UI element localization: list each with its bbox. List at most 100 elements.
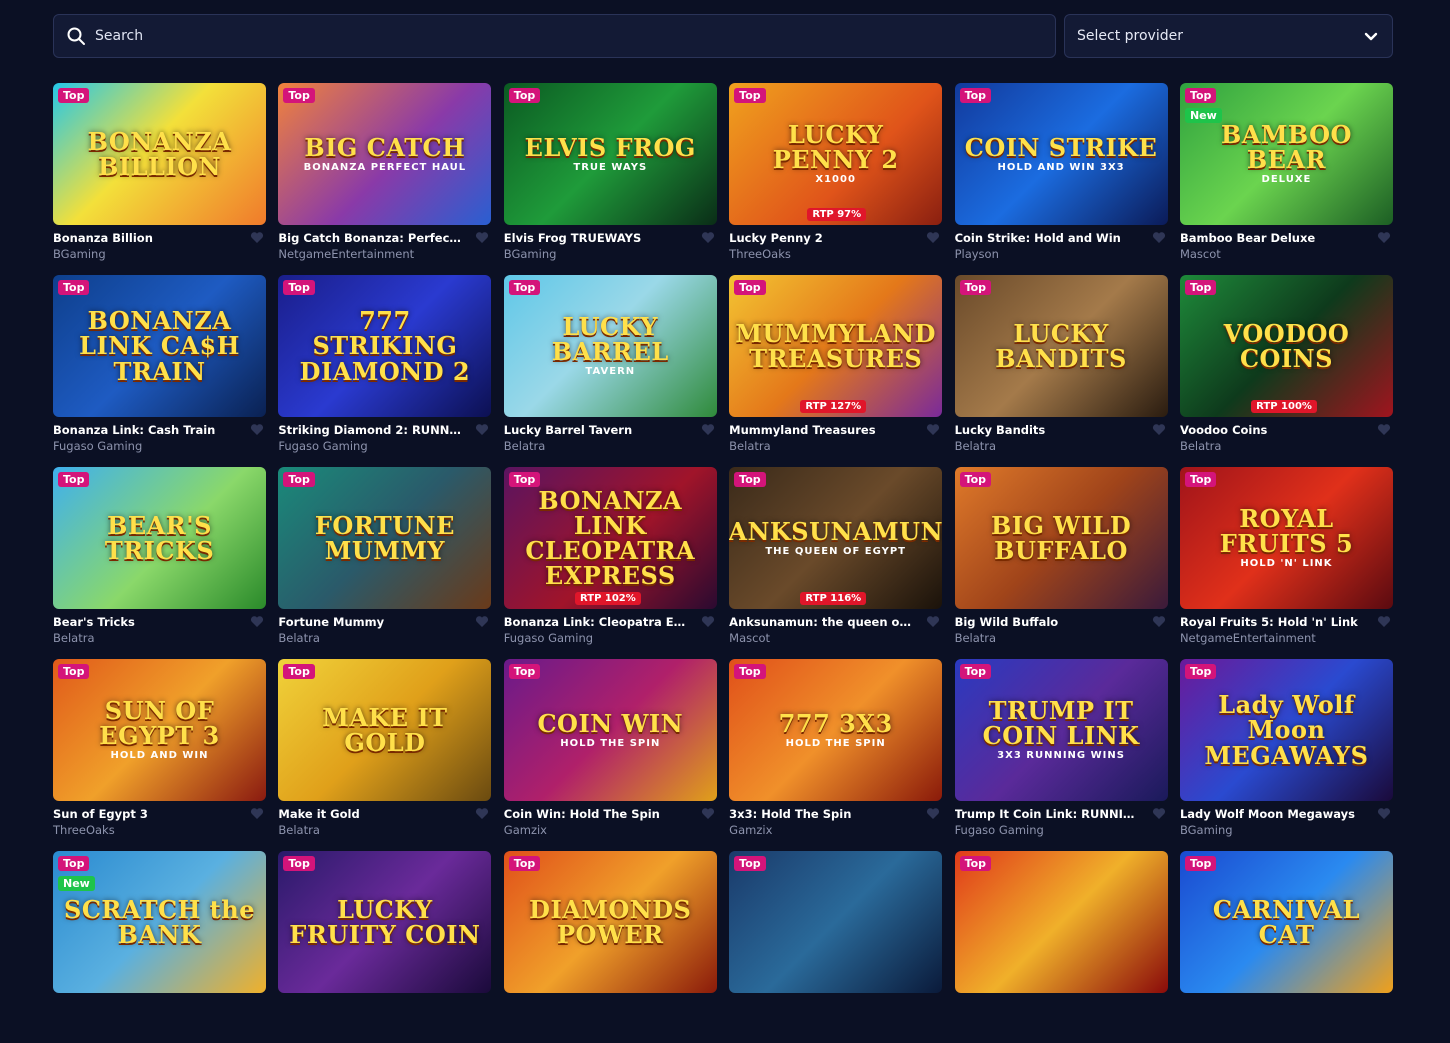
game-thumbnail[interactable]: Top BEAR'S TRICKS — [53, 467, 266, 609]
game-card[interactable]: Top LUCKY PENNY 2 X1000 RTP 97% Lucky Penny … — [729, 83, 943, 275]
game-title[interactable]: Bonanza Billion — [53, 231, 238, 245]
game-thumbnail[interactable]: Top MAKE IT GOLD — [278, 659, 492, 801]
favorite-heart-icon[interactable] — [701, 807, 715, 820]
favorite-heart-icon[interactable] — [926, 615, 940, 628]
game-card[interactable]: Top BIG WILD BUFFALO Big Wild Buffalo Belat… — [954, 467, 1168, 659]
favorite-heart-icon[interactable] — [1377, 423, 1391, 436]
game-title[interactable]: Trump It Coin Link: RUNNING... — [955, 807, 1140, 821]
game-thumbnail[interactable]: Top LUCKY BARREL TAVERN — [503, 275, 717, 417]
game-card[interactable]: Top BONANZA LINK CA$H TRAIN Bonanza Link: … — [53, 275, 266, 467]
game-card[interactable]: Top DIAMONDS POWER — [503, 851, 717, 1043]
game-card[interactable]: Top LUCKY BANDITS Lucky Bandits Belatra — [954, 275, 1168, 467]
favorite-heart-icon[interactable] — [701, 423, 715, 436]
favorite-heart-icon[interactable] — [475, 615, 489, 628]
game-card[interactable]: Top FORTUNE MUMMY Fortune Mummy Belatra — [278, 467, 492, 659]
game-card[interactable]: Top — [729, 851, 943, 1043]
game-thumbnail[interactable]: Top LUCKY PENNY 2 X1000 RTP 97% — [729, 83, 943, 225]
game-thumbnail[interactable]: Top COIN STRIKE HOLD AND WIN 3X3 — [954, 83, 1168, 225]
search-input[interactable]: Search — [53, 14, 1056, 58]
game-thumbnail[interactable]: Top COIN WIN HOLD THE SPIN — [503, 659, 717, 801]
game-title[interactable]: Striking Diamond 2: RUNNIN... — [278, 423, 463, 437]
game-card[interactable]: Top COIN WIN HOLD THE SPIN Coin Win: Hold T… — [503, 659, 717, 851]
game-thumbnail[interactable]: Top New BAMBOO BEAR DELUXE — [1179, 83, 1393, 225]
game-thumbnail[interactable]: Top LUCKY FRUITY COIN — [278, 851, 492, 993]
game-thumbnail[interactable]: Top LUCKY BANDITS — [954, 275, 1168, 417]
game-title[interactable]: Lady Wolf Moon Megaways — [1180, 807, 1365, 821]
provider-select[interactable]: Select provider — [1064, 14, 1393, 58]
favorite-heart-icon[interactable] — [1152, 231, 1166, 244]
game-thumbnail[interactable]: Top CARNIVAL CAT — [1179, 851, 1393, 993]
game-card[interactable]: Top 777 3X3 HOLD THE SPIN 3x3: Hold The Spi… — [729, 659, 943, 851]
game-card[interactable]: Top BIG CATCH BONANZA PERFECT HAUL Big Catc… — [278, 83, 492, 275]
favorite-heart-icon[interactable] — [250, 423, 264, 436]
game-card[interactable]: Top TRUMP IT COIN LINK 3X3 RUNNING WINS Tru… — [954, 659, 1168, 851]
game-card[interactable]: Top MAKE IT GOLD Make it Gold Belatra — [278, 659, 492, 851]
game-title[interactable]: Big Catch Bonanza: Perfect H... — [278, 231, 463, 245]
game-title[interactable]: Anksunamun: the queen of E... — [729, 615, 914, 629]
game-card[interactable]: Top BEAR'S TRICKS Bear's Tricks Belatra — [53, 467, 266, 659]
game-card[interactable]: Top COIN STRIKE HOLD AND WIN 3X3 Coin Strik… — [954, 83, 1168, 275]
game-thumbnail[interactable]: Top BONANZA LINK CA$H TRAIN — [53, 275, 266, 417]
game-card[interactable]: Top New BAMBOO BEAR DELUXE Bamboo Bear Delux… — [1179, 83, 1393, 275]
game-card[interactable]: Top VOODOO COINS RTP 100% Voodoo Coins Belat… — [1179, 275, 1393, 467]
game-thumbnail[interactable]: Top New SCRATCH the BANK — [53, 851, 266, 993]
game-card[interactable]: Top ANKSUNAMUN THE QUEEN OF EGYPT RTP 116% A… — [729, 467, 943, 659]
favorite-heart-icon[interactable] — [926, 231, 940, 244]
game-thumbnail[interactable]: Top VOODOO COINS RTP 100% — [1179, 275, 1393, 417]
game-card[interactable]: Top — [954, 851, 1168, 1043]
game-title[interactable]: Big Wild Buffalo — [955, 615, 1140, 629]
favorite-heart-icon[interactable] — [250, 807, 264, 820]
game-title[interactable]: Voodoo Coins — [1180, 423, 1365, 437]
game-title[interactable]: Sun of Egypt 3 — [53, 807, 238, 821]
favorite-heart-icon[interactable] — [1377, 807, 1391, 820]
game-thumbnail[interactable]: Top SUN OF EGYPT 3 HOLD AND WIN — [53, 659, 266, 801]
game-title[interactable]: Fortune Mummy — [278, 615, 463, 629]
favorite-heart-icon[interactable] — [1377, 231, 1391, 244]
game-title[interactable]: Lucky Barrel Tavern — [504, 423, 689, 437]
game-card[interactable]: Top LUCKY BARREL TAVERN Lucky Barrel Tavern… — [503, 275, 717, 467]
game-thumbnail[interactable]: Top ANKSUNAMUN THE QUEEN OF EGYPT RTP 116% — [729, 467, 943, 609]
game-title[interactable]: 3x3: Hold The Spin — [729, 807, 914, 821]
game-title[interactable]: Royal Fruits 5: Hold 'n' Link — [1180, 615, 1365, 629]
game-card[interactable]: Top BONANZA LINK CLEOPATRA EXPRESS RTP 102… — [503, 467, 717, 659]
game-thumbnail[interactable]: Top FORTUNE MUMMY — [278, 467, 492, 609]
game-thumbnail[interactable]: Top DIAMONDS POWER — [503, 851, 717, 993]
game-card[interactable]: Top Lady Wolf Moon MEGAWAYS Lady Wolf Moon… — [1179, 659, 1393, 851]
game-thumbnail[interactable]: Top Lady Wolf Moon MEGAWAYS — [1179, 659, 1393, 801]
game-thumbnail[interactable]: Top — [729, 851, 943, 993]
game-thumbnail[interactable]: Top BIG WILD BUFFALO — [954, 467, 1168, 609]
game-title[interactable]: Coin Win: Hold The Spin — [504, 807, 689, 821]
game-title[interactable]: Lucky Penny 2 — [729, 231, 914, 245]
favorite-heart-icon[interactable] — [701, 231, 715, 244]
game-thumbnail[interactable]: Top TRUMP IT COIN LINK 3X3 RUNNING WINS — [954, 659, 1168, 801]
favorite-heart-icon[interactable] — [250, 615, 264, 628]
game-card[interactable]: Top MUMMYLAND TREASURES RTP 127% Mummyland … — [729, 275, 943, 467]
game-title[interactable]: Coin Strike: Hold and Win — [955, 231, 1140, 245]
game-card[interactable]: Top BONANZA BILLION Bonanza Billion BGaming — [53, 83, 266, 275]
game-card[interactable]: Top New SCRATCH the BANK — [53, 851, 266, 1043]
favorite-heart-icon[interactable] — [1152, 807, 1166, 820]
favorite-heart-icon[interactable] — [475, 807, 489, 820]
game-title[interactable]: Bear's Tricks — [53, 615, 238, 629]
favorite-heart-icon[interactable] — [250, 231, 264, 244]
game-thumbnail[interactable]: Top — [954, 851, 1168, 993]
game-card[interactable]: Top 777 STRIKING DIAMOND 2 Striking Diamon… — [278, 275, 492, 467]
favorite-heart-icon[interactable] — [1152, 615, 1166, 628]
game-title[interactable]: Make it Gold — [278, 807, 463, 821]
favorite-heart-icon[interactable] — [475, 423, 489, 436]
game-title[interactable]: Lucky Bandits — [955, 423, 1140, 437]
game-card[interactable]: Top CARNIVAL CAT — [1179, 851, 1393, 1043]
game-title[interactable]: Elvis Frog TRUEWAYS — [504, 231, 689, 245]
game-thumbnail[interactable]: Top ROYAL FRUITS 5 HOLD 'N' LINK — [1179, 467, 1393, 609]
game-thumbnail[interactable]: Top MUMMYLAND TREASURES RTP 127% — [729, 275, 943, 417]
game-title[interactable]: Mummyland Treasures — [729, 423, 914, 437]
game-thumbnail[interactable]: Top ELVIS FROG TRUE WAYS — [503, 83, 717, 225]
favorite-heart-icon[interactable] — [926, 423, 940, 436]
game-thumbnail[interactable]: Top BONANZA BILLION — [53, 83, 266, 225]
game-card[interactable]: Top ROYAL FRUITS 5 HOLD 'N' LINK Royal Frui… — [1179, 467, 1393, 659]
favorite-heart-icon[interactable] — [475, 231, 489, 244]
game-thumbnail[interactable]: Top BIG CATCH BONANZA PERFECT HAUL — [278, 83, 492, 225]
game-title[interactable]: Bonanza Link: Cash Train — [53, 423, 238, 437]
game-title[interactable]: Bonanza Link: Cleopatra Exp... — [504, 615, 689, 629]
favorite-heart-icon[interactable] — [701, 615, 715, 628]
